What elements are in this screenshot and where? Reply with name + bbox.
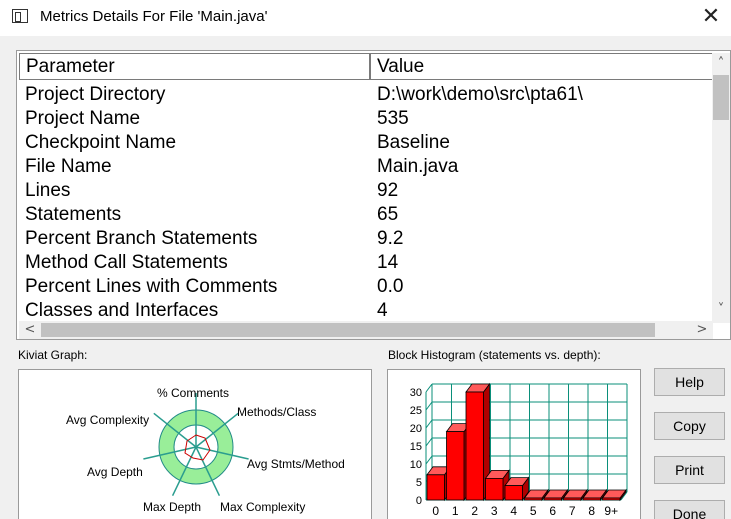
x-tick-label: 8 — [588, 504, 595, 518]
block-histogram: 051015202530 0 1 2 3 4 5 6 7 8 9+ — [410, 382, 628, 518]
grid-line — [425, 401, 433, 411]
horizontal-scrollbar[interactable]: < > — [19, 321, 713, 339]
table-row[interactable]: Method Call Statements 14 — [25, 251, 713, 275]
table-row[interactable]: Lines 92 — [25, 179, 713, 203]
value-cell: Baseline — [377, 132, 450, 153]
y-tick-label: 30 — [410, 387, 422, 399]
vertical-scrollbar[interactable]: ˄ ˅ — [712, 53, 730, 323]
value-cell: 65 — [377, 204, 399, 225]
value-cell: 535 — [377, 108, 409, 129]
metrics-table: Parameter Value Project Directory D:\work… — [16, 50, 731, 340]
value-cell: Main.java — [377, 156, 459, 177]
value-cell: 9.2 — [377, 228, 404, 249]
value-cell: 14 — [377, 252, 399, 273]
table-row[interactable]: Project Name 535 — [25, 107, 713, 131]
parameter-cell: File Name — [25, 156, 112, 177]
help-button[interactable]: Help — [654, 368, 725, 396]
copy-button[interactable]: Copy — [654, 412, 725, 440]
axis-label-methods-class: Methods/Class — [237, 405, 316, 419]
y-tick-label: 10 — [410, 459, 422, 471]
grid-line — [425, 437, 433, 447]
parameter-cell: Lines — [25, 180, 71, 201]
grid-line — [425, 419, 433, 429]
title-bar: Metrics Details For File 'Main.java' ✕ — [0, 0, 731, 36]
table-row[interactable]: File Name Main.java — [25, 155, 713, 179]
scroll-down-arrow-icon[interactable]: ˅ — [712, 301, 730, 319]
axis-label-avg-stmts-method: Avg Stmts/Method — [247, 457, 345, 471]
table-row[interactable]: Percent Lines with Comments 0.0 — [25, 275, 713, 299]
axis-label-avg-complexity: Avg Complexity — [66, 413, 149, 427]
parameter-cell: Percent Lines with Comments — [25, 276, 278, 297]
histogram-bars — [426, 382, 627, 502]
parameter-cell: Percent Branch Statements — [25, 228, 258, 249]
x-tick-label: 6 — [549, 504, 556, 518]
value-cell: 0.0 — [377, 276, 404, 297]
axis-label-avg-depth: Avg Depth — [87, 465, 143, 479]
histogram-x-axis: 0 1 2 3 4 5 6 7 8 9+ — [432, 504, 618, 518]
x-tick-label: 9+ — [604, 504, 618, 518]
x-tick-label: 2 — [471, 504, 478, 518]
parameter-cell: Project Name — [25, 108, 141, 129]
column-header-parameter[interactable]: Parameter — [19, 53, 370, 80]
table-row[interactable]: Classes and Interfaces 4 — [25, 299, 713, 321]
parameter-cell: Project Directory — [25, 84, 166, 105]
horizontal-scroll-thumb[interactable] — [41, 323, 655, 337]
kiviat-graph: % Comments Methods/Class Avg Stmts/Metho… — [66, 386, 345, 514]
value-cell: 4 — [377, 300, 388, 321]
x-tick-label: 4 — [510, 504, 517, 518]
table-row[interactable]: Checkpoint Name Baseline — [25, 131, 713, 155]
x-tick-label: 1 — [452, 504, 459, 518]
vertical-scroll-thumb[interactable] — [713, 75, 729, 120]
table-row[interactable]: Percent Branch Statements 9.2 — [25, 227, 713, 251]
histogram-y-axis: 0 5 10 15 20 25 30 — [410, 387, 422, 507]
histogram-label: Block Histogram (statements vs. depth): — [388, 348, 601, 362]
y-tick-label: 0 — [416, 495, 422, 507]
axis-label-comments: % Comments — [157, 386, 229, 400]
parameter-cell: Checkpoint Name — [25, 132, 177, 153]
axis-label-max-depth: Max Depth — [143, 500, 201, 514]
x-tick-label: 5 — [530, 504, 537, 518]
grid-line — [425, 455, 433, 465]
histogram-panel: 0 5 10 15 20 25 30 0 1 2 3 4 5 6 7 8 9+ — [387, 369, 641, 519]
window-title: Metrics Details For File 'Main.java' — [40, 8, 268, 25]
kiviat-label: Kiviat Graph: — [18, 348, 88, 362]
table-row[interactable]: Project Directory D:\work\demo\src\pta61\ — [25, 83, 713, 107]
histogram-bar — [504, 476, 530, 502]
y-tick-label: 25 — [410, 405, 422, 417]
y-tick-label: 15 — [410, 441, 422, 453]
y-tick-label: 20 — [410, 423, 422, 435]
print-button[interactable]: Print — [654, 456, 725, 484]
value-cell: 92 — [377, 180, 399, 201]
kiviat-panel: % Comments Methods/Class Avg Stmts/Metho… — [18, 369, 372, 519]
done-button[interactable]: Done — [654, 500, 725, 519]
close-button[interactable]: ✕ — [691, 0, 731, 36]
table-row[interactable]: Statements 65 — [25, 203, 713, 227]
window-icon — [12, 9, 28, 23]
parameter-cell: Classes and Interfaces — [25, 300, 219, 321]
value-cell: D:\work\demo\src\pta61\ — [377, 84, 583, 105]
y-tick-label: 5 — [416, 477, 422, 489]
parameter-cell: Statements — [25, 204, 122, 225]
scroll-left-arrow-icon[interactable]: < — [21, 321, 39, 339]
axis-label-max-complexity: Max Complexity — [220, 500, 305, 514]
x-tick-label: 7 — [569, 504, 576, 518]
x-tick-label: 3 — [491, 504, 498, 518]
table-body: Project Directory D:\work\demo\src\pta61\… — [25, 83, 713, 321]
parameter-cell: Method Call Statements — [25, 252, 228, 273]
table-header: Parameter Value — [19, 53, 713, 80]
scroll-right-arrow-icon[interactable]: > — [693, 321, 711, 339]
scroll-up-arrow-icon[interactable]: ˄ — [712, 55, 730, 73]
x-tick-label: 0 — [432, 504, 439, 518]
column-header-value[interactable]: Value — [370, 53, 713, 80]
grid-line — [425, 383, 433, 393]
